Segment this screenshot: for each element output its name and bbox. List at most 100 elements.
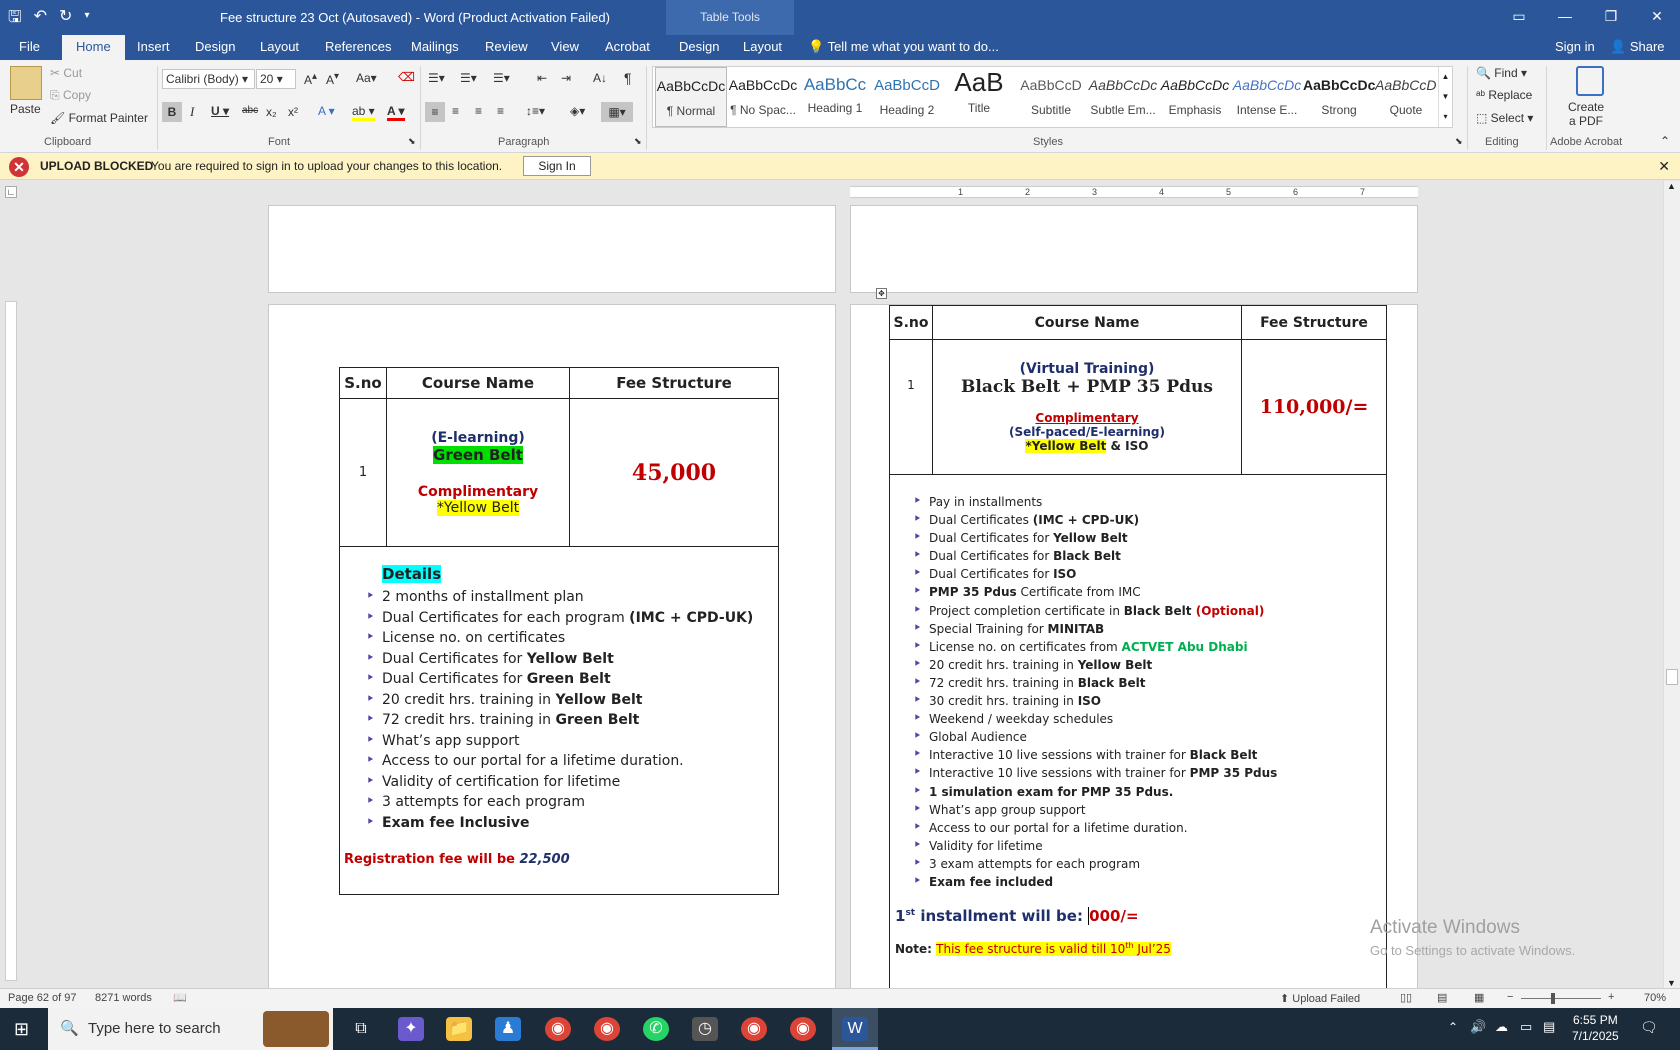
shrink-font-icon[interactable]: A▾ (326, 71, 339, 87)
battery-icon[interactable]: ▭ (1520, 1019, 1532, 1035)
grow-font-icon[interactable]: A▴ (304, 71, 317, 87)
page-count[interactable]: Page 62 of 97 (8, 992, 77, 1004)
tab-insert[interactable]: Insert (137, 39, 170, 54)
tray-overflow-icon[interactable]: ⌃ (1448, 1020, 1458, 1034)
tab-references[interactable]: References (325, 39, 391, 54)
file-explorer-icon[interactable]: 📁 (446, 1017, 472, 1041)
increase-indent-icon[interactable]: ⇥ (561, 71, 571, 85)
zoom-level[interactable]: 70% (1644, 992, 1666, 1004)
customize-qat-icon[interactable]: ▾ (84, 6, 89, 33)
italic-icon[interactable]: I (190, 104, 194, 120)
task-view-icon[interactable]: ⧉ (348, 1017, 374, 1041)
style-strong[interactable]: AaBbCcDc Strong (1303, 67, 1375, 127)
font-name-select[interactable]: Calibri (Body) ▾ (162, 69, 255, 89)
find-button[interactable]: 🔍 Find ▾ (1476, 66, 1527, 80)
windows-start-icon[interactable]: ⊞ (14, 1019, 29, 1040)
app-icon[interactable]: ♟ (495, 1017, 521, 1041)
redo-icon[interactable]: ↻ (59, 6, 72, 33)
styles-scroll[interactable]: ▲ ▼ ▾ (1438, 67, 1452, 127)
copilot-icon[interactable]: ✦ (398, 1017, 424, 1041)
tab-selector-icon[interactable]: ∟ (5, 186, 17, 198)
tab-table-design[interactable]: Design (679, 39, 719, 54)
vertical-scrollbar[interactable]: ▲ ▼ (1663, 181, 1680, 988)
paragraph-launcher-icon[interactable]: ⬊ (634, 136, 642, 147)
tray-app-icon[interactable]: ☁ (1495, 1019, 1508, 1035)
change-case-icon[interactable]: Aa▾ (356, 71, 377, 85)
volume-icon[interactable]: 🔊 (1470, 1019, 1486, 1035)
chrome-icon[interactable]: ◉ (545, 1017, 571, 1041)
zoom-in-icon[interactable]: + (1608, 991, 1614, 1003)
style-emphasis[interactable]: AaBbCcDc Emphasis (1159, 67, 1231, 127)
chrome-icon[interactable]: ◉ (741, 1017, 767, 1041)
format-painter-button[interactable]: 🖌 Format Painter (50, 111, 148, 125)
style-no-spacing[interactable]: AaBbCcDc ¶ No Spac... (727, 67, 799, 127)
copy-button[interactable]: ⎘ Copy (50, 88, 91, 103)
undo-icon[interactable]: ↶ (34, 6, 47, 33)
strikethrough-icon[interactable]: abc (242, 105, 258, 116)
style-title[interactable]: AaB Title (943, 67, 1015, 127)
paste-button[interactable]: Paste (10, 102, 41, 116)
tab-design[interactable]: Design (195, 39, 235, 54)
sort-icon[interactable]: A↓ (593, 71, 607, 85)
print-layout-icon[interactable]: ▤ (1437, 991, 1447, 1004)
highlight-color-icon[interactable]: ab ▾ (352, 104, 375, 121)
clear-formatting-icon[interactable]: ⌫ (398, 70, 415, 84)
tab-mailings[interactable]: Mailings (411, 39, 459, 54)
tab-acrobat[interactable]: Acrobat (605, 39, 650, 54)
scroll-up-icon[interactable]: ▲ (1667, 181, 1676, 191)
tell-me-search[interactable]: 💡 Tell me what you want to do... (808, 39, 999, 55)
font-launcher-icon[interactable]: ⬊ (408, 136, 416, 147)
borders-icon[interactable]: ▦▾ (601, 102, 633, 122)
taskbar-search[interactable]: 🔍 Type here to search (48, 1008, 333, 1050)
decrease-indent-icon[interactable]: ⇤ (537, 71, 547, 85)
scroll-down-icon[interactable]: ▼ (1667, 978, 1676, 988)
web-layout-icon[interactable]: ▦ (1474, 991, 1484, 1004)
word-count[interactable]: 8271 words (95, 992, 152, 1004)
zoom-slider[interactable] (1521, 993, 1601, 1004)
style-intense-emphasis[interactable]: AaBbCcDc Intense E... (1231, 67, 1303, 127)
create-pdf-button[interactable]: Create a PDF (1568, 100, 1604, 128)
shading-icon[interactable]: ◈▾ (570, 104, 585, 118)
tab-table-layout[interactable]: Layout (743, 39, 782, 54)
underline-icon[interactable]: U ▾ (211, 104, 229, 118)
tab-home[interactable]: Home (62, 35, 125, 60)
table-move-handle-icon[interactable]: ✥ (876, 288, 887, 299)
font-color-icon[interactable]: A ▾ (387, 104, 405, 121)
proofing-icon[interactable]: 📖 (173, 991, 187, 1004)
style-quote[interactable]: AaBbCcDc Quote (1375, 67, 1437, 127)
align-right-icon[interactable]: ≡ (475, 104, 482, 118)
font-size-select[interactable]: 20 ▾ (256, 69, 296, 89)
share-button[interactable]: 👤 Share (1610, 39, 1665, 55)
clock-app-icon[interactable]: ◷ (692, 1017, 718, 1041)
network-icon[interactable]: ▤ (1543, 1019, 1555, 1035)
close-message-icon[interactable]: ✕ (1658, 158, 1670, 175)
zoom-out-icon[interactable]: − (1507, 991, 1513, 1003)
scrollbar-thumb[interactable] (1666, 669, 1678, 685)
chrome-icon[interactable]: ◉ (790, 1017, 816, 1041)
multilevel-list-icon[interactable]: ☰▾ (493, 71, 510, 85)
whatsapp-icon[interactable]: ✆ (643, 1017, 669, 1041)
align-center-icon[interactable]: ≡ (452, 104, 459, 118)
clock[interactable]: 6:55 PM 7/1/2025 (1572, 1012, 1619, 1044)
save-icon[interactable]: 🖫 (8, 6, 22, 33)
close-icon[interactable]: ✕ (1634, 0, 1680, 32)
zoom-slider-handle[interactable] (1551, 993, 1555, 1004)
sign-in-button[interactable]: Sign In (523, 156, 591, 176)
bold-icon[interactable]: B (162, 102, 182, 122)
tab-view[interactable]: View (551, 39, 579, 54)
word-taskbar-button[interactable]: W (832, 1008, 878, 1050)
create-pdf-icon[interactable] (1576, 66, 1604, 96)
align-left-icon[interactable]: ≡ (425, 102, 445, 122)
tab-review[interactable]: Review (485, 39, 528, 54)
text-effects-icon[interactable]: A ▾ (318, 104, 335, 118)
style-normal[interactable]: AaBbCcDc ¶ Normal (655, 67, 727, 127)
installment-amount[interactable]: 000/= (1088, 907, 1139, 926)
show-formatting-icon[interactable]: ¶ (624, 70, 632, 86)
style-heading-1[interactable]: AaBbCc Heading 1 (799, 67, 871, 127)
style-subtitle[interactable]: AaBbCcD Subtitle (1015, 67, 1087, 127)
style-subtle-emphasis[interactable]: AaBbCcDc Subtle Em... (1087, 67, 1159, 127)
replace-button[interactable]: ᵃᵇ Replace (1476, 88, 1532, 102)
read-mode-icon[interactable]: ▯▯ (1400, 991, 1412, 1004)
cut-button[interactable]: ✂ Cut (50, 66, 82, 80)
numbering-icon[interactable]: ☰▾ (460, 71, 477, 85)
